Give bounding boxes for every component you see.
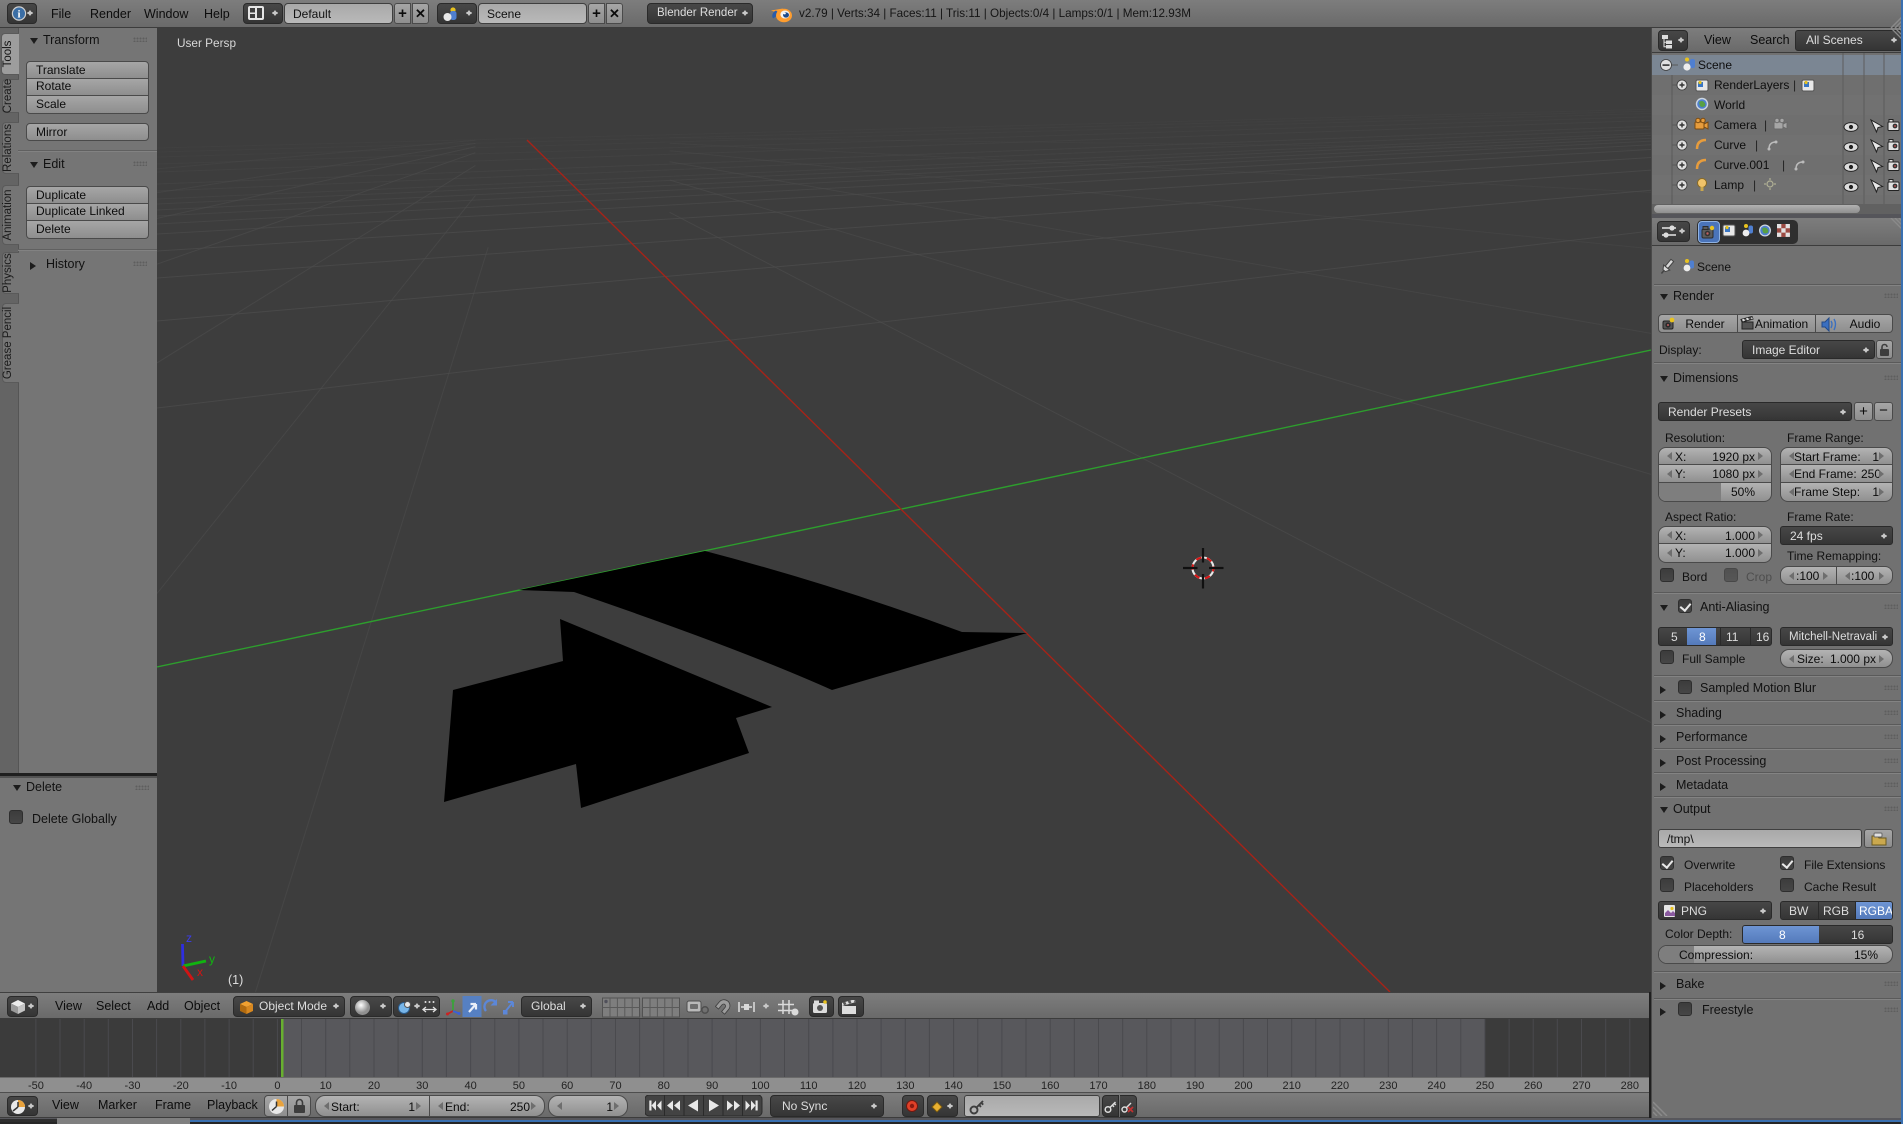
- svg-text:80: 80: [658, 1080, 670, 1092]
- svg-text:|: |: [1793, 78, 1796, 92]
- svg-text:90: 90: [706, 1080, 718, 1092]
- svg-text:Create: Create: [2, 79, 14, 114]
- svg-text:20: 20: [368, 1080, 380, 1092]
- svg-text:150: 150: [993, 1080, 1011, 1092]
- svg-text:140: 140: [944, 1080, 962, 1092]
- svg-text:Tools: Tools: [2, 40, 14, 67]
- svg-text:Curve: Curve: [1714, 138, 1746, 152]
- svg-text:Physics: Physics: [2, 253, 14, 293]
- svg-text:60: 60: [561, 1080, 573, 1092]
- svg-text:30: 30: [416, 1080, 428, 1092]
- svg-text:-40: -40: [76, 1080, 92, 1092]
- svg-text:40: 40: [464, 1080, 476, 1092]
- svg-text:World: World: [1714, 98, 1745, 112]
- svg-text:160: 160: [1041, 1080, 1059, 1092]
- svg-text:270: 270: [1572, 1080, 1590, 1092]
- svg-text:RenderLayers: RenderLayers: [1714, 78, 1789, 92]
- svg-text:y: y: [209, 952, 215, 966]
- svg-text:120: 120: [848, 1080, 866, 1092]
- svg-text:Lamp: Lamp: [1714, 178, 1744, 192]
- svg-text:250: 250: [1476, 1080, 1494, 1092]
- svg-text:0: 0: [274, 1080, 280, 1092]
- svg-text:210: 210: [1283, 1080, 1301, 1092]
- svg-text:70: 70: [609, 1080, 621, 1092]
- svg-text:260: 260: [1524, 1080, 1542, 1092]
- svg-text:100: 100: [751, 1080, 769, 1092]
- svg-text:240: 240: [1427, 1080, 1445, 1092]
- svg-text:|: |: [1753, 178, 1756, 192]
- svg-text:170: 170: [1089, 1080, 1107, 1092]
- svg-text:220: 220: [1331, 1080, 1349, 1092]
- svg-text:|: |: [1755, 138, 1758, 152]
- svg-text:200: 200: [1234, 1080, 1252, 1092]
- svg-text:(1): (1): [228, 973, 243, 987]
- svg-text:Grease Pencil: Grease Pencil: [2, 307, 14, 379]
- svg-text:230: 230: [1379, 1080, 1397, 1092]
- svg-text:User Persp: User Persp: [177, 36, 236, 50]
- svg-text:|: |: [1764, 118, 1767, 132]
- svg-text:Camera: Camera: [1714, 118, 1757, 132]
- svg-text:110: 110: [800, 1080, 818, 1092]
- svg-text:10: 10: [320, 1080, 332, 1092]
- svg-text:Curve.001: Curve.001: [1714, 158, 1770, 172]
- svg-text:x: x: [197, 965, 203, 979]
- svg-text:Animation: Animation: [2, 189, 14, 240]
- svg-text:130: 130: [896, 1080, 914, 1092]
- svg-text:-10: -10: [221, 1080, 237, 1092]
- svg-text:i: i: [17, 9, 20, 21]
- svg-text:Relations: Relations: [2, 124, 14, 172]
- svg-text:280: 280: [1621, 1080, 1639, 1092]
- svg-text:50: 50: [513, 1080, 525, 1092]
- svg-text:-20: -20: [173, 1080, 189, 1092]
- svg-text:|: |: [1782, 158, 1785, 172]
- svg-text:Scene: Scene: [1698, 58, 1732, 72]
- svg-text:-50: -50: [28, 1080, 44, 1092]
- svg-text:180: 180: [1138, 1080, 1156, 1092]
- svg-text:190: 190: [1186, 1080, 1204, 1092]
- svg-text:-30: -30: [125, 1080, 141, 1092]
- svg-text:z: z: [186, 931, 192, 945]
